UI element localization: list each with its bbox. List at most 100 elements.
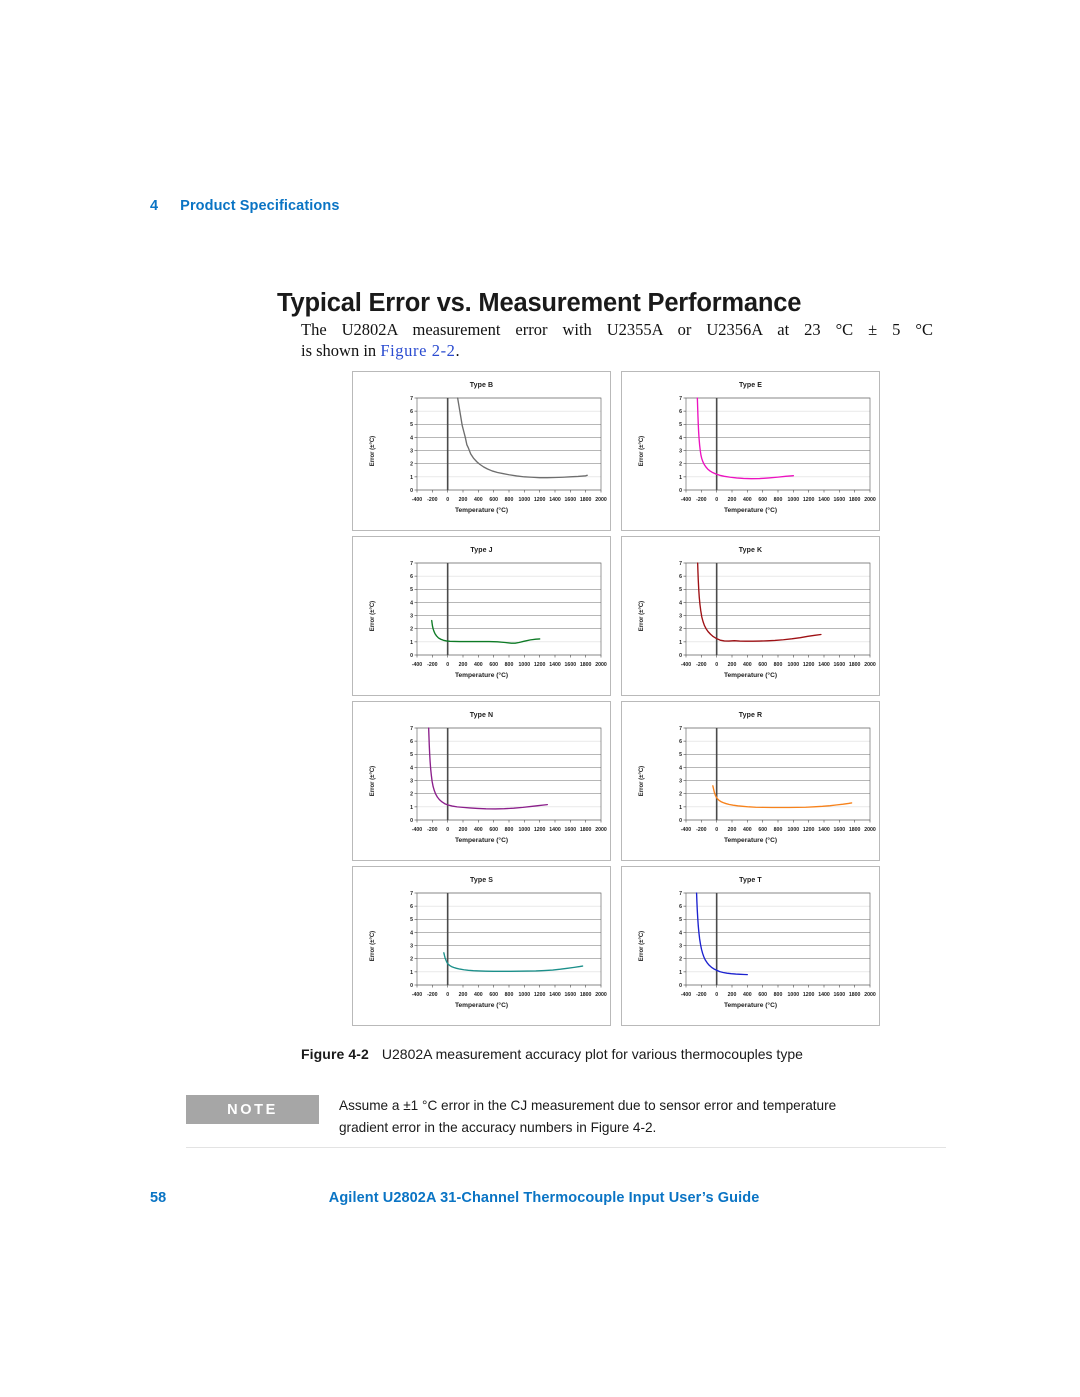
svg-text:4: 4 (410, 930, 413, 936)
svg-text:1600: 1600 (565, 827, 577, 833)
x-axis-label: Temperature (°C) (454, 1002, 509, 1009)
svg-text:4: 4 (679, 930, 682, 936)
svg-text:3: 3 (679, 613, 682, 619)
svg-text:5: 5 (410, 917, 413, 923)
svg-text:1: 1 (410, 970, 413, 976)
paragraph-line-2-prefix: is shown in (301, 341, 381, 360)
note-divider (186, 1147, 946, 1148)
svg-text:-200: -200 (427, 662, 437, 668)
svg-text:200: 200 (459, 992, 468, 998)
svg-text:-200: -200 (696, 662, 706, 668)
chart-panel-type-r: Type R -400 -200 0 200 400 600 800 1000 1200 1400 1… (621, 701, 880, 861)
svg-text:1000: 1000 (788, 827, 800, 833)
svg-text:5: 5 (679, 917, 682, 923)
svg-text:0: 0 (679, 653, 682, 659)
document-page: 4 Product Specifications Typical Error v… (0, 0, 1080, 1397)
svg-text:1600: 1600 (834, 662, 846, 668)
svg-text:600: 600 (758, 827, 767, 833)
svg-text:1000: 1000 (519, 992, 531, 998)
svg-text:2000: 2000 (864, 662, 876, 668)
note-line-2: gradient error in the accuracy numbers i… (339, 1120, 657, 1135)
x-axis-label: Temperature (°C) (454, 672, 509, 679)
svg-text:5: 5 (679, 752, 682, 758)
svg-text:1: 1 (679, 970, 682, 976)
svg-text:2: 2 (410, 792, 413, 798)
svg-text:1000: 1000 (788, 662, 800, 668)
svg-text:2000: 2000 (595, 992, 607, 998)
svg-text:7: 7 (410, 561, 413, 567)
svg-text:1200: 1200 (534, 827, 546, 833)
chart-panel-type-b: Type B -400 -200 0 200 400 600 800 1000 1200 1400 1… (352, 371, 611, 531)
footer-document-title: Agilent U2802A 31-Channel Thermocouple I… (328, 1190, 760, 1206)
svg-text:1800: 1800 (580, 662, 592, 668)
svg-text:200: 200 (459, 662, 468, 668)
svg-text:7: 7 (410, 891, 413, 897)
svg-text:0: 0 (410, 488, 413, 494)
svg-text:6: 6 (679, 409, 682, 415)
svg-text:1200: 1200 (534, 497, 546, 503)
svg-text:600: 600 (758, 992, 767, 998)
svg-text:-200: -200 (427, 992, 437, 998)
note-text: Assume a ±1 °C error in the CJ measureme… (339, 1095, 836, 1139)
svg-text:1600: 1600 (565, 662, 577, 668)
svg-text:-400: -400 (412, 992, 422, 998)
y-axis-label: Error (±°C) (370, 930, 377, 962)
svg-text:5: 5 (410, 752, 413, 758)
svg-text:800: 800 (505, 497, 514, 503)
svg-text:-200: -200 (427, 497, 437, 503)
svg-text:0: 0 (410, 653, 413, 659)
note-line-1: Assume a ±1 °C error in the CJ measureme… (339, 1098, 837, 1113)
svg-text:5: 5 (679, 587, 682, 593)
svg-text:2: 2 (410, 462, 413, 468)
svg-text:200: 200 (459, 497, 468, 503)
figure-cross-reference-link[interactable]: Figure 2-2 (380, 341, 455, 360)
svg-text:1800: 1800 (849, 992, 861, 998)
svg-text:2000: 2000 (864, 827, 876, 833)
svg-text:600: 600 (489, 827, 498, 833)
y-axis-label: Error (±°C) (639, 600, 646, 632)
running-header: 4 Product Specifications (150, 198, 340, 214)
svg-text:400: 400 (474, 827, 483, 833)
svg-text:3: 3 (679, 448, 682, 454)
y-axis-label: Error (±°C) (639, 765, 646, 797)
svg-text:4: 4 (679, 435, 682, 441)
svg-text:800: 800 (774, 662, 783, 668)
svg-text:0: 0 (446, 992, 449, 998)
svg-text:1200: 1200 (803, 992, 815, 998)
svg-text:6: 6 (679, 574, 682, 580)
svg-text:7: 7 (679, 726, 682, 732)
svg-text:1: 1 (679, 640, 682, 646)
svg-text:0: 0 (446, 827, 449, 833)
svg-text:0: 0 (410, 818, 413, 824)
paragraph-line-2: is shown in Figure 2-2. (301, 340, 933, 361)
y-axis-label: Error (±°C) (370, 600, 377, 632)
svg-text:400: 400 (743, 827, 752, 833)
svg-text:200: 200 (728, 662, 737, 668)
svg-text:3: 3 (679, 778, 682, 784)
svg-text:600: 600 (489, 662, 498, 668)
y-axis-label: Error (±°C) (639, 435, 646, 467)
page-footer: 58 Agilent U2802A 31-Channel Thermocoupl… (150, 1190, 940, 1206)
svg-text:-400: -400 (412, 497, 422, 503)
thermocouple-chart-grid: Type B -400 -200 0 200 400 600 800 1000 1200 1400 1… (352, 371, 880, 1026)
svg-text:1000: 1000 (519, 497, 531, 503)
svg-text:5: 5 (410, 422, 413, 428)
svg-text:-200: -200 (696, 992, 706, 998)
svg-text:2000: 2000 (595, 497, 607, 503)
svg-text:400: 400 (743, 992, 752, 998)
svg-text:1600: 1600 (834, 497, 846, 503)
svg-text:3: 3 (410, 448, 413, 454)
svg-text:1000: 1000 (519, 827, 531, 833)
svg-text:600: 600 (489, 992, 498, 998)
svg-text:1400: 1400 (818, 992, 830, 998)
svg-text:6: 6 (410, 739, 413, 745)
svg-text:-400: -400 (681, 827, 691, 833)
svg-text:6: 6 (410, 904, 413, 910)
chart-panel-type-s: Type S -400 -200 0 200 400 600 800 1000 1200 1400 1… (352, 866, 611, 1026)
svg-text:400: 400 (474, 662, 483, 668)
svg-text:1800: 1800 (580, 497, 592, 503)
svg-text:800: 800 (774, 992, 783, 998)
svg-text:1: 1 (410, 475, 413, 481)
x-axis-label: Temperature (°C) (723, 1002, 778, 1009)
svg-text:200: 200 (728, 992, 737, 998)
